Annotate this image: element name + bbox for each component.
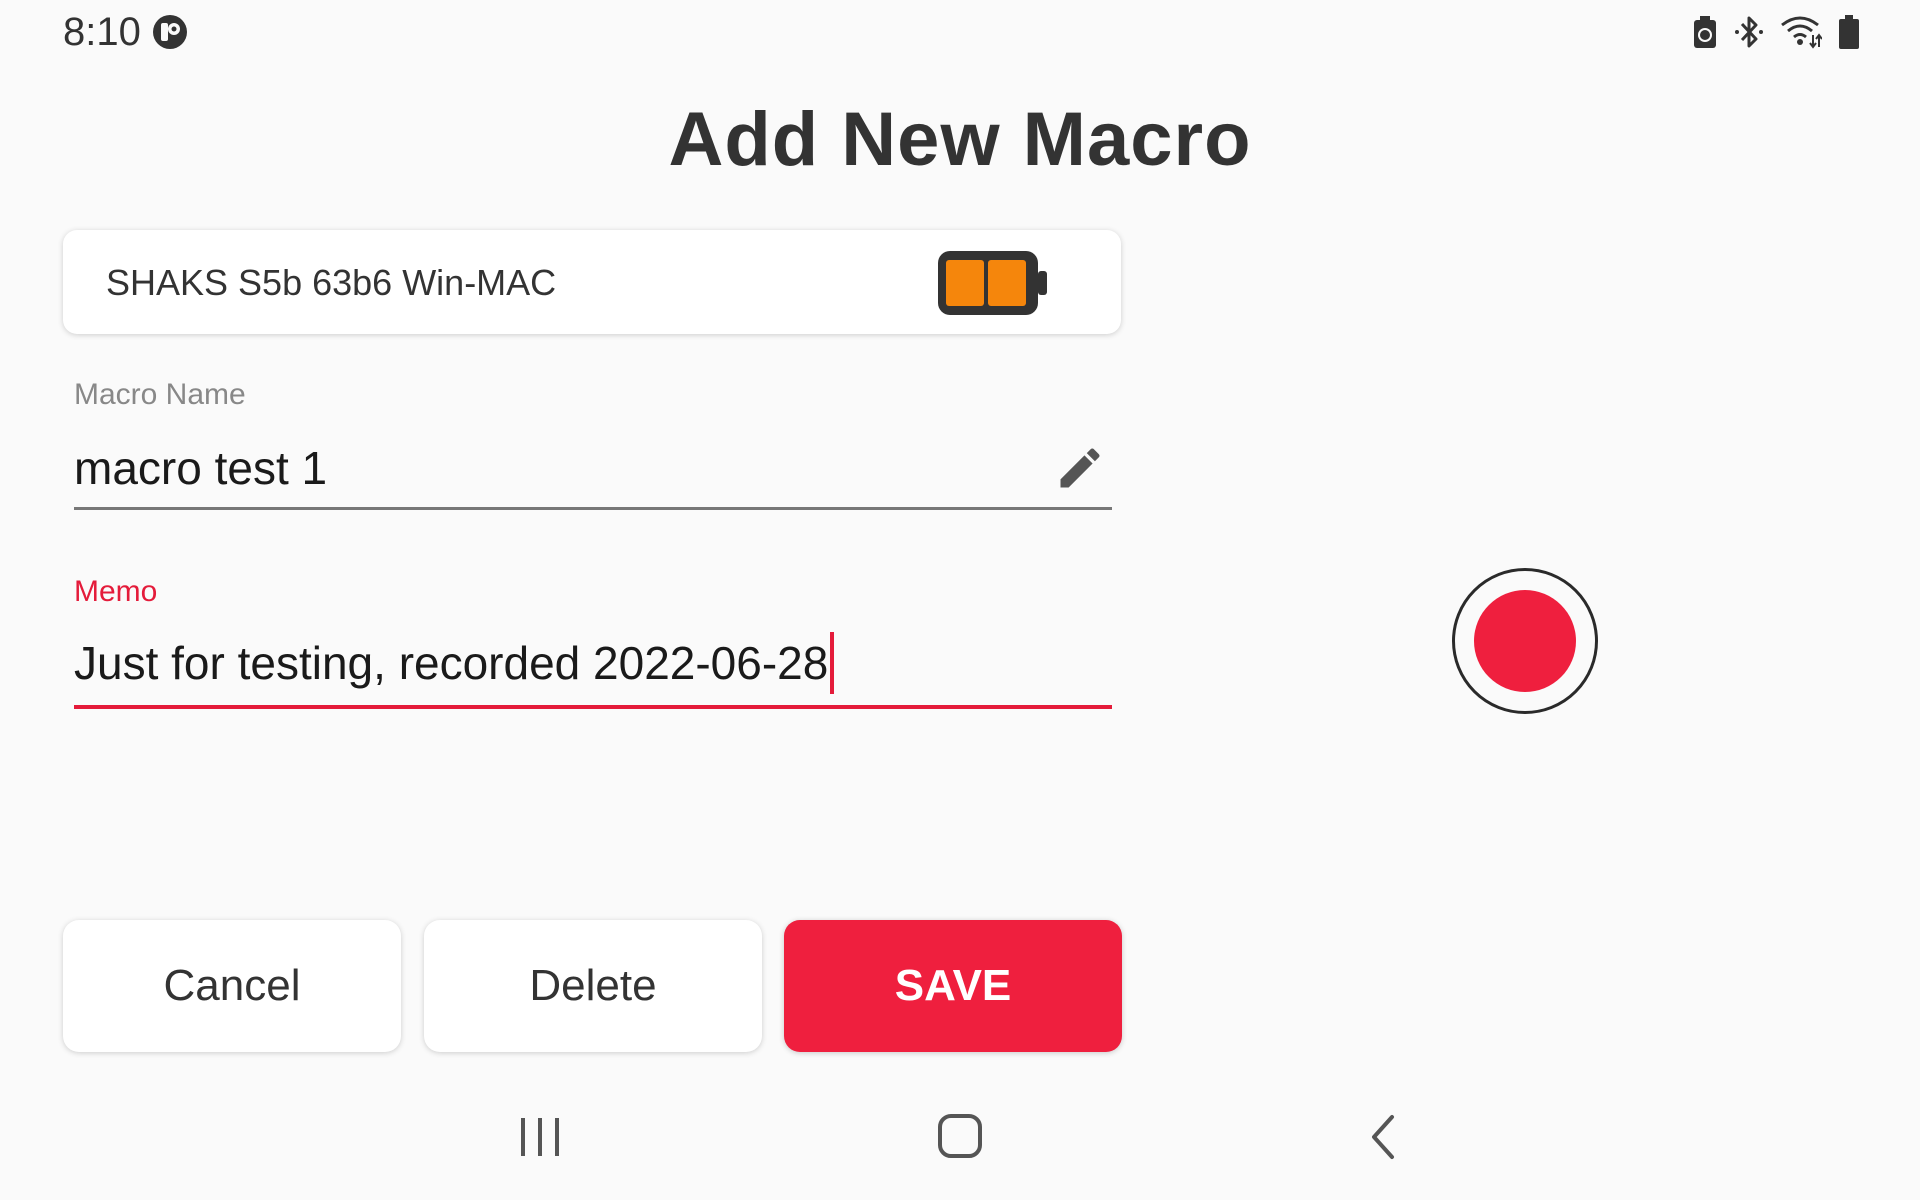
battery-saver-icon [1694, 16, 1716, 48]
battery-level-icon [938, 251, 1047, 315]
cancel-button[interactable]: Cancel [63, 920, 401, 1052]
macro-name-input[interactable] [74, 438, 1112, 498]
text-cursor [830, 632, 835, 694]
battery-icon [1839, 15, 1859, 49]
app-notification-icon [153, 15, 187, 49]
recents-icon[interactable] [517, 1114, 563, 1160]
record-icon [1474, 590, 1576, 692]
page-title: Add New Macro [668, 97, 1252, 182]
status-icons [1692, 12, 1860, 52]
back-icon[interactable] [1364, 1113, 1404, 1161]
macro-name-underline [74, 507, 1112, 510]
device-name: SHAKS S5b 63b6 Win-MAC [106, 262, 557, 303]
memo-underline [74, 705, 1112, 709]
memo-value: Just for testing, recorded 2022-06-28 [74, 637, 829, 690]
memo-label: Memo [74, 575, 158, 608]
pencil-icon[interactable] [1054, 442, 1106, 494]
wifi-icon [1781, 16, 1822, 49]
screen: 8:10 Add New Macro SHAKS S5b 63b6 Win-MA… [0, 0, 1920, 1200]
device-card[interactable]: SHAKS S5b 63b6 Win-MAC [63, 230, 1121, 334]
home-icon[interactable] [937, 1113, 983, 1159]
macro-name-label: Macro Name [74, 378, 246, 411]
record-button[interactable] [1452, 568, 1598, 714]
status-time: 8:10 [63, 10, 141, 54]
save-button[interactable]: SAVE [784, 920, 1122, 1052]
memo-input[interactable]: Just for testing, recorded 2022-06-28 [74, 632, 835, 696]
delete-button[interactable]: Delete [424, 920, 762, 1052]
bluetooth-icon [1735, 16, 1763, 48]
